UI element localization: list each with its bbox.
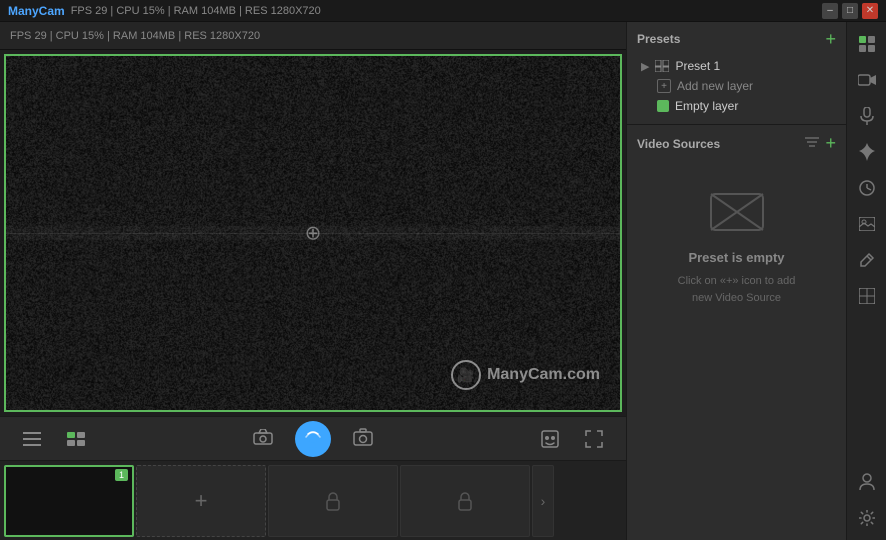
layer-status-dot (657, 100, 669, 112)
preset-1-row[interactable]: ▶ Preset 1 (637, 56, 836, 76)
rail-profile-button[interactable] (851, 466, 883, 498)
scene-lock-2[interactable] (268, 465, 398, 537)
rail-layout-button[interactable] (851, 280, 883, 312)
rail-settings-button[interactable] (851, 502, 883, 534)
video-sources-panel: Video Sources + (627, 125, 846, 540)
add-layer-label: Add new layer (677, 79, 753, 93)
scene-add-button[interactable]: + (136, 465, 266, 537)
scene-badge: 1 (115, 469, 128, 481)
empty-state: Preset is empty Click on «+» icon to add… (637, 162, 836, 326)
video-preview: ⊕ 🎥 ManyCam.com (4, 54, 622, 412)
app-logo: ManyCam (8, 4, 65, 18)
scenes-button[interactable] (16, 423, 48, 455)
vs-add-button[interactable]: + (825, 133, 836, 154)
broadcast-button[interactable] (295, 421, 331, 457)
watermark: 🎥 ManyCam.com (451, 360, 600, 390)
presets-header: Presets + (637, 30, 836, 48)
empty-layer-label: Empty layer (675, 99, 738, 113)
stats-bar: FPS 29 | CPU 15% | RAM 104MB | RES 1280X… (0, 22, 626, 50)
rail-camera-button[interactable] (851, 64, 883, 96)
vs-filter-button[interactable] (805, 133, 819, 154)
preset-icon (655, 60, 669, 72)
video-sources-header: Video Sources + (637, 133, 836, 154)
vs-controls: + (805, 133, 836, 154)
scene-strip: 1 + › (0, 460, 626, 540)
fullscreen-button[interactable] (578, 423, 610, 455)
preset-1-label: Preset 1 (675, 59, 720, 73)
scene-next-icon: › (541, 493, 546, 509)
add-layer-icon: + (657, 79, 671, 93)
scene-add-icon: + (195, 488, 208, 514)
maximize-button[interactable]: □ (842, 3, 858, 19)
toolbar-center (247, 421, 379, 457)
main-layout: FPS 29 | CPU 15% | RAM 104MB | RES 1280X… (0, 22, 886, 540)
presets-add-button[interactable]: + (825, 30, 836, 48)
minimize-button[interactable]: – (822, 3, 838, 19)
bottom-toolbar (0, 416, 626, 460)
scene-next-button[interactable]: › (532, 465, 554, 537)
watermark-cam-icon: 🎥 (451, 360, 481, 390)
titlebar-left: ManyCam FPS 29 | CPU 15% | RAM 104MB | R… (8, 4, 321, 18)
rail-gallery-button[interactable] (851, 208, 883, 240)
rail-tools-button[interactable] (851, 244, 883, 276)
stats-text: FPS 29 | CPU 15% | RAM 104MB | RES 1280X… (10, 30, 260, 42)
presets-title: Presets (637, 32, 680, 46)
rail-effects-button[interactable] (851, 136, 883, 168)
toolbar-right (534, 423, 610, 455)
snapshot-button[interactable] (347, 421, 379, 453)
watermark-text: ManyCam.com (487, 366, 600, 384)
titlebar-controls: – □ ✕ (822, 3, 878, 19)
scene-lock-3[interactable] (400, 465, 530, 537)
titlebar: ManyCam FPS 29 | CPU 15% | RAM 104MB | R… (0, 0, 886, 22)
rail-grid-button[interactable] (851, 28, 883, 60)
camera-button[interactable] (247, 421, 279, 453)
add-layer-row[interactable]: + Add new layer (637, 76, 836, 96)
scene-item-1[interactable]: 1 (4, 465, 134, 537)
mask-button[interactable] (534, 423, 566, 455)
toolbar-left (16, 423, 92, 455)
empty-layer-row[interactable]: Empty layer (637, 96, 836, 116)
icon-rail (846, 22, 886, 540)
empty-desc: Click on «+» icon to add new Video Sourc… (678, 273, 796, 306)
rail-schedule-button[interactable] (851, 172, 883, 204)
close-button[interactable]: ✕ (862, 3, 878, 19)
scene-preview-noise (6, 467, 132, 535)
crosshair-icon: ⊕ (305, 221, 322, 246)
empty-title: Preset is empty (688, 250, 784, 265)
video-sources-title: Video Sources (637, 137, 720, 151)
empty-state-icon (707, 182, 767, 242)
media-button[interactable] (60, 423, 92, 455)
stats-display: FPS 29 | CPU 15% | RAM 104MB | RES 1280X… (71, 5, 321, 17)
right-sidebar: Presets + ▶ Preset 1 + Add new layer (626, 22, 846, 540)
rail-audio-button[interactable] (851, 100, 883, 132)
presets-panel: Presets + ▶ Preset 1 + Add new layer (627, 22, 846, 125)
preset-expand-icon: ▶ (641, 60, 649, 73)
video-area: FPS 29 | CPU 15% | RAM 104MB | RES 1280X… (0, 22, 626, 540)
